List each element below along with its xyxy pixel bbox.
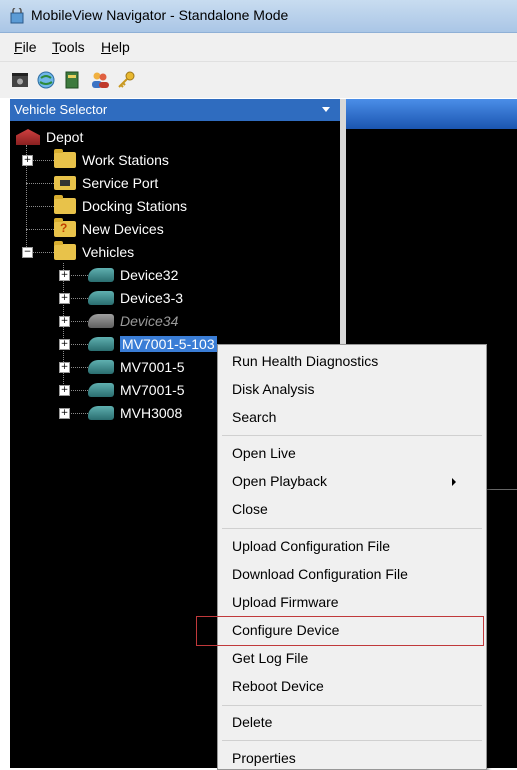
menu-item-properties[interactable]: Properties: [232, 750, 296, 766]
menu-separator: [222, 705, 482, 706]
tree-node-service-port[interactable]: Service Port: [54, 172, 158, 194]
submenu-arrow-icon: [452, 478, 456, 486]
dropdown-arrow-icon[interactable]: [322, 107, 330, 112]
globe-icon[interactable]: [36, 70, 56, 90]
menu-separator: [222, 435, 482, 436]
tree-node-device-inactive[interactable]: Device34: [88, 310, 178, 332]
menu-help[interactable]: Help: [101, 39, 130, 55]
menu-item-reboot-device[interactable]: Reboot Device: [232, 678, 324, 694]
tree-node-label: Device32: [120, 267, 179, 283]
menu-item-open-playback[interactable]: Open Playback: [232, 473, 472, 489]
menu-item-delete[interactable]: Delete: [232, 714, 272, 730]
book-icon[interactable]: [62, 70, 82, 90]
expand-device-icon[interactable]: +: [59, 316, 70, 327]
menu-item-disk-analysis[interactable]: Disk Analysis: [232, 381, 314, 397]
tree-node-new-devices[interactable]: New Devices: [54, 218, 164, 240]
device-icon: [88, 291, 114, 305]
port-icon: [54, 176, 76, 190]
tree-node-label: MV7001-5: [120, 382, 185, 398]
menu-separator: [222, 740, 482, 741]
expand-work-stations-icon[interactable]: +: [22, 155, 33, 166]
menu-item-open-live[interactable]: Open Live: [232, 445, 296, 461]
title-bar: MobileView Navigator - Standalone Mode: [0, 0, 517, 33]
menu-file[interactable]: File: [14, 39, 37, 55]
menu-item-close[interactable]: Close: [232, 501, 268, 517]
device-icon: [88, 268, 114, 282]
menu-item-run-health-diagnostics[interactable]: Run Health Diagnostics: [232, 353, 378, 369]
tree-node-label: Device3-3: [120, 290, 184, 306]
vehicle-selector-title: Vehicle Selector: [14, 102, 108, 117]
expand-device-icon[interactable]: +: [59, 270, 70, 281]
device-icon: [88, 406, 114, 420]
tree-node-label: Device34: [120, 313, 179, 329]
device-icon: [88, 360, 114, 374]
video-pane-header: [346, 99, 517, 129]
folder-icon: [54, 241, 76, 260]
tree-node-device[interactable]: MVH3008: [88, 402, 182, 424]
expand-device-icon[interactable]: +: [59, 408, 70, 419]
menu-bar: File Tools Help: [0, 33, 517, 62]
toolbar: [0, 62, 517, 98]
tree-node-label: Service Port: [82, 175, 159, 191]
tree-node-docking-stations[interactable]: Docking Stations: [54, 195, 187, 217]
tree-node-device[interactable]: MV7001-5: [88, 379, 185, 401]
tree-node-device-selected[interactable]: MV7001-5-103: [88, 333, 217, 355]
expand-device-icon[interactable]: +: [59, 362, 70, 373]
expand-device-icon[interactable]: +: [59, 339, 70, 350]
menu-item-download-configuration-file[interactable]: Download Configuration File: [232, 566, 408, 582]
device-icon: [88, 337, 114, 351]
camera-icon[interactable]: [10, 70, 30, 90]
device-offline-icon: [88, 314, 114, 328]
tree-node-device[interactable]: Device32: [88, 264, 178, 286]
tree-node-label: MVH3008: [120, 405, 183, 421]
menu-item-get-log-file[interactable]: Get Log File: [232, 650, 308, 666]
menu-item-search[interactable]: Search: [232, 409, 276, 425]
app-icon: [10, 6, 24, 24]
menu-item-upload-configuration-file[interactable]: Upload Configuration File: [232, 538, 390, 554]
tree-node-device[interactable]: MV7001-5: [88, 356, 185, 378]
tree-node-label: Depot: [46, 129, 84, 145]
window-title: MobileView Navigator - Standalone Mode: [31, 7, 289, 23]
context-menu: Run Health Diagnostics Disk Analysis Sea…: [196, 344, 487, 770]
tree-node-work-stations[interactable]: Work Stations: [54, 149, 169, 171]
tree-node-label: MV7001-5-103: [120, 336, 217, 352]
depot-icon: [16, 129, 40, 145]
menu-separator: [222, 528, 482, 529]
tree-node-device[interactable]: Device3-3: [88, 287, 183, 309]
tree-node-label: Work Stations: [82, 152, 169, 168]
key-icon[interactable]: [116, 70, 136, 90]
expand-device-icon[interactable]: +: [59, 293, 70, 304]
menu-item-upload-firmware[interactable]: Upload Firmware: [232, 594, 339, 610]
device-icon: [88, 383, 114, 397]
tree-node-label: MV7001-5: [120, 359, 185, 375]
tree-node-vehicles[interactable]: Vehicles: [54, 241, 134, 263]
menu-item-configure-device[interactable]: Configure Device: [232, 622, 339, 638]
tree-node-label: Vehicles: [82, 244, 135, 260]
vehicle-selector-header[interactable]: Vehicle Selector: [10, 99, 340, 121]
tree-node-label: Docking Stations: [82, 198, 188, 214]
collapse-vehicles-icon[interactable]: −: [22, 247, 33, 258]
menu-item-label: Open Playback: [232, 473, 327, 489]
new-devices-folder-icon: [54, 218, 76, 237]
users-icon[interactable]: [90, 70, 110, 90]
menu-tools[interactable]: Tools: [52, 39, 85, 55]
tree-node-label: New Devices: [82, 221, 164, 237]
folder-icon: [54, 149, 76, 168]
folder-icon: [54, 195, 76, 214]
expand-device-icon[interactable]: +: [59, 385, 70, 396]
tree-node-depot[interactable]: Depot: [16, 126, 83, 148]
